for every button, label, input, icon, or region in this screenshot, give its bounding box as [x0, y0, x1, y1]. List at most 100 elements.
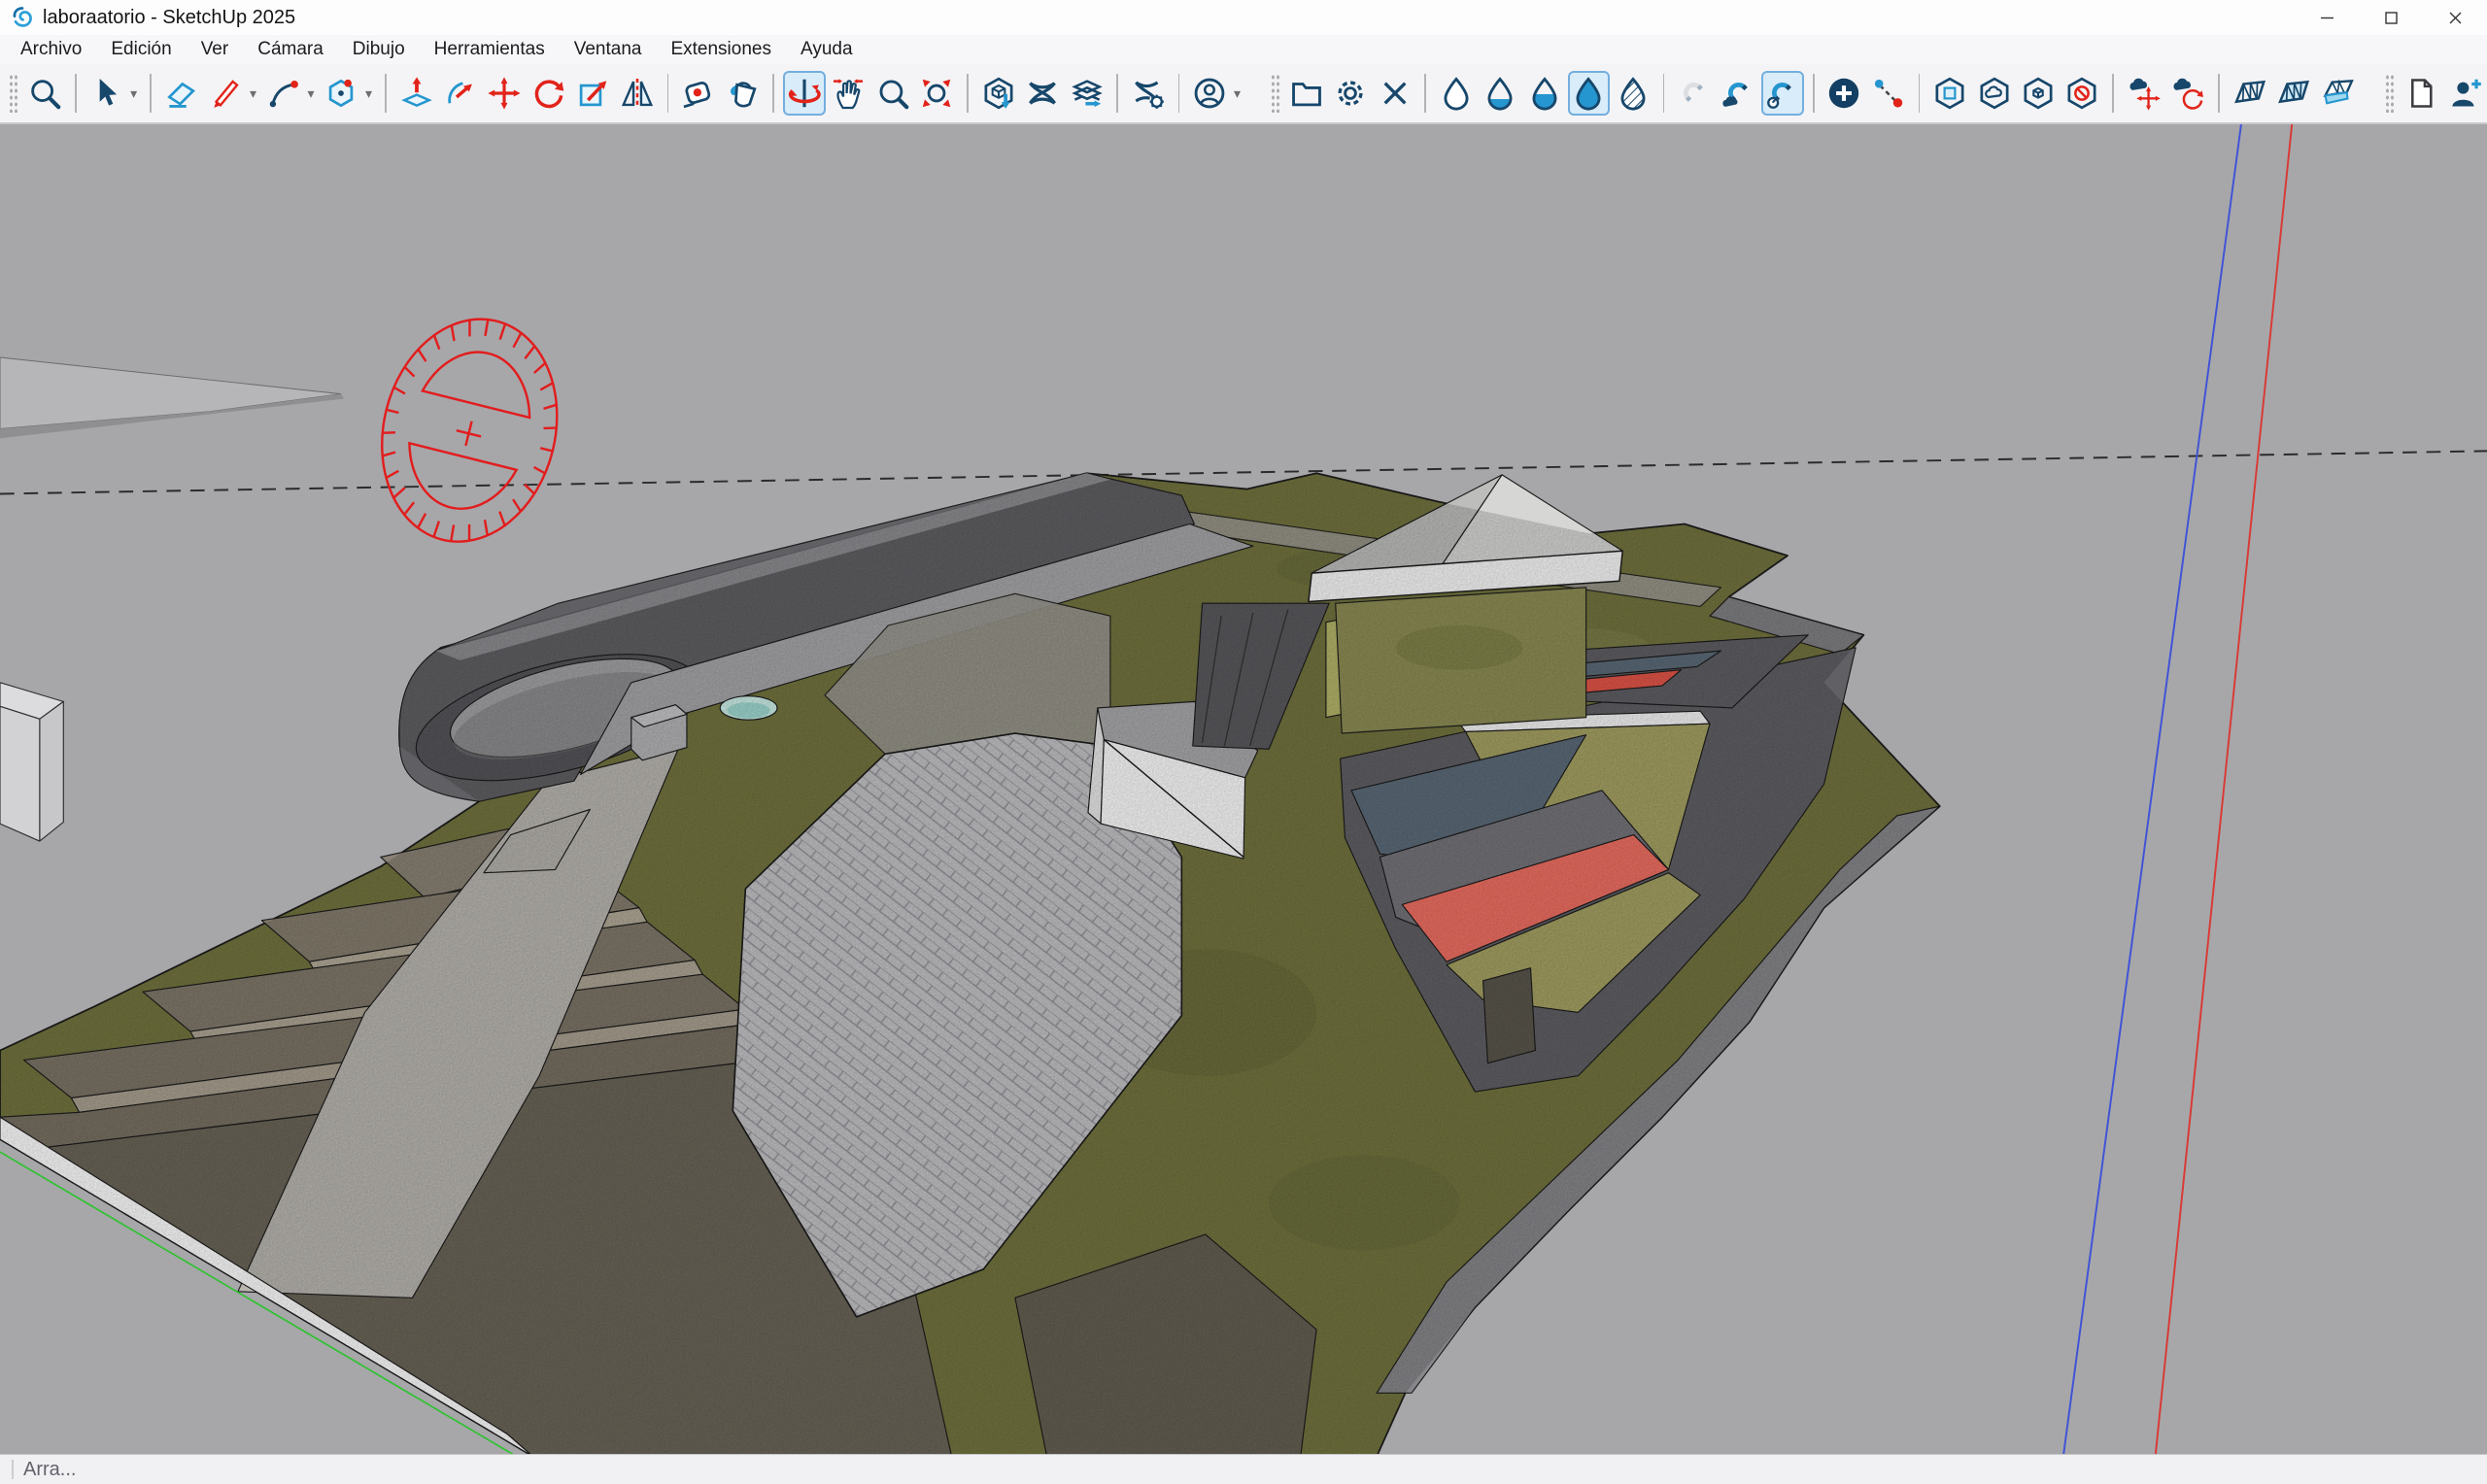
orbit-tool-button[interactable]	[783, 71, 825, 116]
toolbar-separator	[1116, 74, 1118, 113]
cloud-rotate-tool-button[interactable]	[2167, 71, 2209, 116]
hex-square-tool-button[interactable]	[1928, 71, 1970, 116]
paint-bucket-tool-button[interactable]	[722, 71, 764, 116]
shapes-dropdown-arrow[interactable]: ▾	[361, 85, 376, 102]
cloud-move-tool-button[interactable]	[2123, 71, 2164, 116]
close-x-tool-button[interactable]	[1374, 71, 1415, 116]
add-person-tool-button[interactable]	[2444, 71, 2486, 116]
close-button[interactable]	[2423, 0, 2487, 35]
droplet-empty-tool-button[interactable]	[1435, 71, 1477, 116]
toolbar-separator	[2112, 74, 2114, 113]
menu-item-ventana[interactable]: Ventana	[560, 35, 657, 64]
line-pencil-tool-button[interactable]	[205, 71, 247, 116]
menu-item-ayuda[interactable]: Ayuda	[786, 35, 868, 64]
shapes-tool-button[interactable]	[321, 71, 362, 116]
maximize-button[interactable]	[2359, 0, 2423, 35]
push-pull-icon	[398, 75, 435, 112]
new-file-icon	[2402, 75, 2439, 112]
move-tool-button[interactable]	[484, 71, 526, 116]
select-dropdown-arrow[interactable]: ▾	[126, 85, 141, 102]
eraser-tool-button[interactable]	[160, 71, 202, 116]
viewport-canvas[interactable]	[0, 124, 2487, 1455]
droplet-full-icon	[1570, 75, 1607, 112]
droplet-half-icon	[1526, 75, 1563, 112]
menu-item-archivo[interactable]: Archivo	[6, 35, 96, 64]
account-tool-button[interactable]	[1188, 71, 1230, 116]
menu-bar: ArchivoEdiciónVerCámaraDibujoHerramienta…	[0, 35, 2487, 64]
sandbox-contours-icon	[2231, 75, 2268, 112]
pan-tool-button[interactable]	[828, 71, 869, 116]
settings-gear-tool-button[interactable]	[1329, 71, 1371, 116]
folder-tool-button[interactable]	[1285, 71, 1327, 116]
tape-measure-tool-button[interactable]	[677, 71, 719, 116]
hex-cloud-icon	[1976, 75, 2013, 112]
menu-item-extensiones[interactable]: Extensiones	[656, 35, 786, 64]
new-file-tool-button[interactable]	[2400, 71, 2441, 116]
droplet-empty-icon	[1438, 75, 1475, 112]
follow-me-tool-button[interactable]	[439, 71, 481, 116]
hex-cloud-tool-button[interactable]	[1973, 71, 2015, 116]
share-model-tool-button[interactable]	[1066, 71, 1107, 116]
zoom-extents-tool-button[interactable]	[916, 71, 958, 116]
warehouse-3d-tool-button[interactable]	[977, 71, 1019, 116]
search-icon	[26, 75, 63, 112]
droplet-half-tool-button[interactable]	[1523, 71, 1565, 116]
rotate-icon	[530, 75, 567, 112]
line-pencil-dropdown-arrow[interactable]: ▾	[246, 85, 260, 102]
menu-item-dibujo[interactable]: Dibujo	[338, 35, 420, 64]
construction-line-tool-button[interactable]	[1867, 71, 1909, 116]
magnet-model-tool-button[interactable]	[1761, 71, 1803, 116]
droplet-full-tool-button[interactable]	[1568, 71, 1610, 116]
droplet-low-icon	[1482, 75, 1518, 112]
flip-icon	[619, 75, 656, 112]
menu-item-edicion[interactable]: Edición	[96, 35, 186, 64]
rotate-tool-button[interactable]	[528, 71, 569, 116]
zoom-tool-button[interactable]	[871, 71, 913, 116]
toolbar-separator	[2218, 74, 2220, 113]
sandbox-smoove-tool-button[interactable]	[2317, 71, 2359, 116]
share-model-icon	[1069, 75, 1106, 112]
pan-icon	[830, 75, 867, 112]
sandbox-scratch-icon	[2275, 75, 2312, 112]
add-plus-icon	[1825, 75, 1862, 112]
model-white-box	[0, 683, 63, 841]
hex-model-tool-button[interactable]	[2017, 71, 2059, 116]
toolbar-separator	[385, 74, 387, 113]
menu-item-ver[interactable]: Ver	[187, 35, 244, 64]
search-tool-button[interactable]	[23, 71, 65, 116]
extension-manager-icon	[1130, 75, 1167, 112]
toolbar-separator	[150, 74, 152, 113]
toolbar-separator	[1663, 74, 1665, 113]
magnet-plain-tool-button[interactable]	[1673, 71, 1715, 116]
add-plus-tool-button[interactable]	[1823, 71, 1865, 116]
scale-tool-button[interactable]	[572, 71, 614, 116]
flip-tool-button[interactable]	[616, 71, 658, 116]
account-dropdown-arrow[interactable]: ▾	[1230, 85, 1244, 102]
droplet-low-tool-button[interactable]	[1480, 71, 1521, 116]
toolbar-separator	[772, 74, 774, 113]
minimize-button[interactable]	[2295, 0, 2359, 35]
menu-item-herramientas[interactable]: Herramientas	[420, 35, 560, 64]
menu-item-camara[interactable]: Cámara	[243, 35, 338, 64]
viewport[interactable]	[0, 124, 2487, 1455]
toolbar-grip[interactable]	[1271, 74, 1279, 113]
hex-blocked-tool-button[interactable]	[2061, 71, 2103, 116]
extension-manager-tool-button[interactable]	[1127, 71, 1169, 116]
sandbox-contours-tool-button[interactable]	[2229, 71, 2270, 116]
sandbox-scratch-tool-button[interactable]	[2272, 71, 2314, 116]
droplet-hatched-tool-button[interactable]	[1612, 71, 1653, 116]
extension-warehouse-tool-button[interactable]	[1021, 71, 1063, 116]
arc-dropdown-arrow[interactable]: ▾	[303, 85, 318, 102]
magnet-model-icon	[1764, 75, 1801, 112]
push-pull-tool-button[interactable]	[395, 71, 437, 116]
folder-icon	[1288, 75, 1325, 112]
select-icon	[87, 75, 124, 112]
arc-tool-button[interactable]	[262, 71, 304, 116]
toolbar-grip[interactable]	[2385, 74, 2394, 113]
hex-model-icon	[2020, 75, 2057, 112]
magnet-cloud-tool-button[interactable]	[1718, 71, 1759, 116]
toolbar-grip[interactable]	[9, 74, 17, 113]
tape-measure-icon	[680, 75, 717, 112]
line-pencil-icon	[207, 75, 244, 112]
select-tool-button[interactable]	[85, 71, 127, 116]
